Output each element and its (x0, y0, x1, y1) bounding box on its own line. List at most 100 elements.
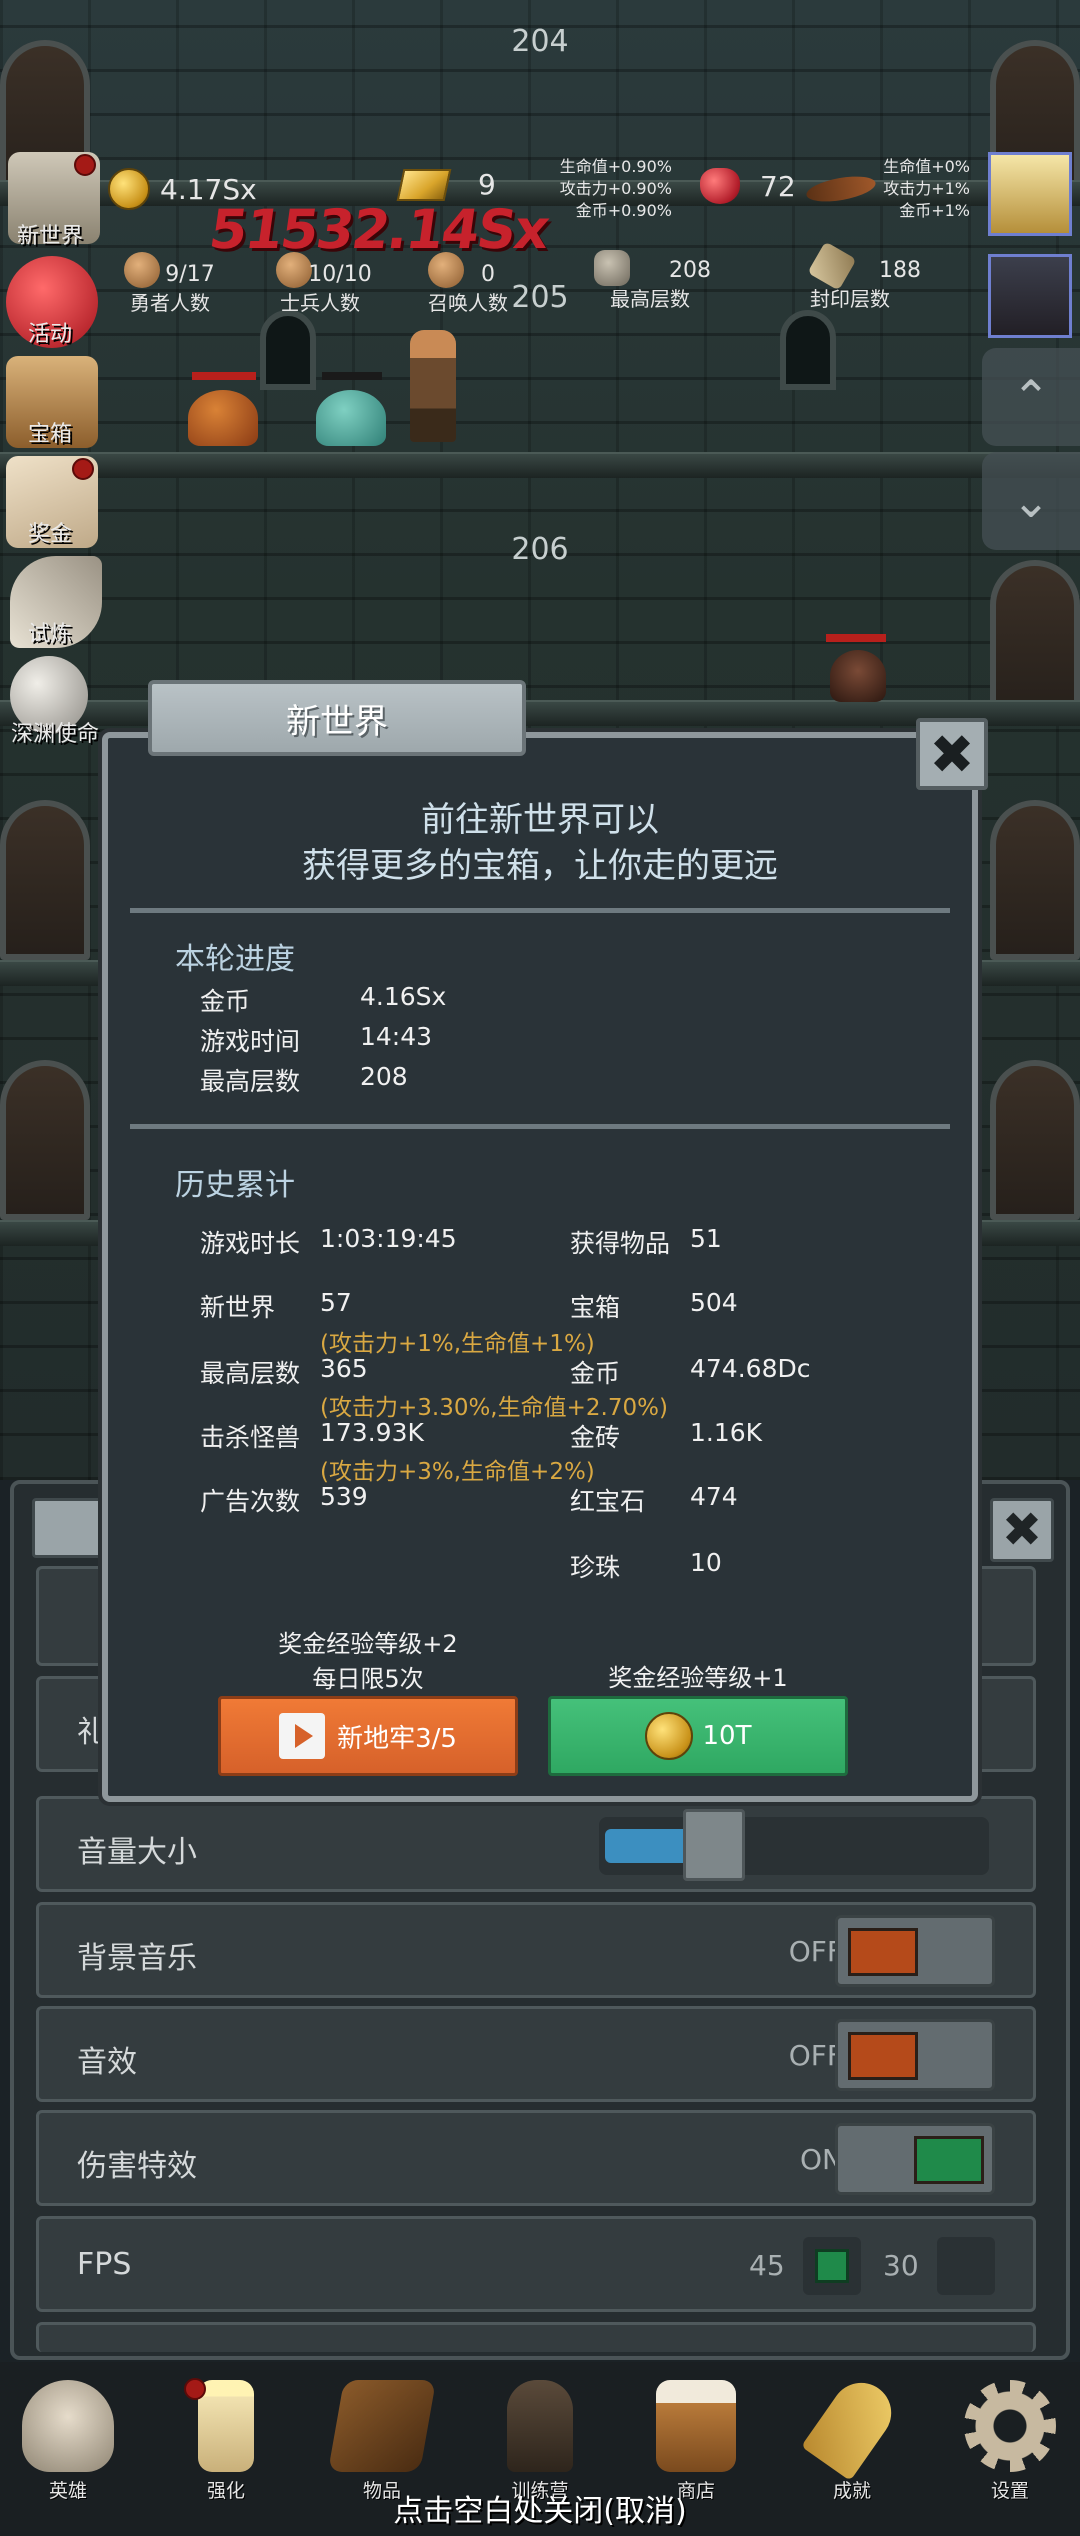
video-play-icon (279, 1713, 326, 1759)
round-value: 208 (360, 1062, 408, 1091)
history-value: 539 (320, 1482, 368, 1511)
damage-popup: 51532.14Sx (205, 198, 552, 261)
history-label: 击杀怪兽 (200, 1423, 301, 1452)
side-menu-bonus[interactable]: 奖金 (0, 516, 100, 548)
hero-portrait-icon[interactable] (988, 254, 1072, 338)
history-value: 365 (320, 1354, 368, 1383)
chevron-down-icon: ⌄ (1011, 474, 1051, 528)
gear-icon (964, 2380, 1056, 2472)
new-dungeon-gold-button[interactable]: 10T (548, 1696, 848, 1776)
history-label: 宝箱 (570, 1293, 621, 1322)
max-floor-count: 208 最高层数 (610, 258, 711, 311)
history-label: 红宝石 (570, 1487, 646, 1516)
video-reward-note: 奖金经验等级+2 每日限5次 (278, 1630, 458, 1693)
new-dungeon-video-button[interactable]: 新地牢3/5 (218, 1696, 518, 1776)
gold-bar-icon (396, 168, 452, 201)
close-icon: ✖ (1001, 1502, 1043, 1558)
notification-dot (72, 458, 94, 480)
nav-items[interactable]: 物品 (322, 2380, 442, 2503)
modal-intro-line-2: 获得更多的宝箱，让你走的更远 (302, 846, 778, 886)
nav-training[interactable]: 训练营 (480, 2380, 600, 2503)
settings-close-button[interactable]: ✖ (990, 1498, 1054, 1562)
history-value: 504 (690, 1288, 738, 1317)
toggle-knob-on (914, 2136, 984, 2184)
nav-shop[interactable]: 商店 (636, 2380, 756, 2503)
history-value: 173.93K (320, 1418, 424, 1447)
modal-title: 新世界 (148, 680, 526, 756)
history-label: 最高层数 (200, 1359, 301, 1388)
floor-number: 204 (511, 24, 569, 59)
spider-monster[interactable] (830, 650, 886, 702)
history-bonus: (攻击力+1%,生命值+1%) (320, 1331, 595, 1357)
divider (130, 908, 950, 913)
soldier-count: 10/10 士兵人数 (280, 262, 372, 315)
bgm-toggle[interactable] (835, 1915, 995, 1987)
modal-intro-line-1: 前往新世界可以 (421, 800, 659, 840)
skull-icon (22, 2380, 114, 2472)
dungeon-door (990, 1060, 1080, 1220)
side-menu-new-world[interactable]: 新世界 (0, 218, 100, 250)
beer-mug-icon (656, 2380, 736, 2472)
nav-upgrade[interactable]: 强化 (166, 2380, 286, 2503)
round-label: 金币 (200, 987, 251, 1016)
hero-character[interactable] (410, 330, 456, 442)
fps-30-radio[interactable] (937, 2237, 995, 2295)
ruby-icon (700, 168, 740, 204)
gold-coin-icon (644, 1712, 693, 1760)
orange-slime-monster[interactable] (188, 390, 258, 446)
floor-number: 206 (511, 532, 569, 567)
close-icon: ✖ (929, 722, 975, 786)
history-title: 历史累计 (175, 1168, 295, 1203)
history-bonus: (攻击力+3.30%,生命值+2.70%) (320, 1395, 668, 1421)
gold-bar-counter: 9 (396, 168, 496, 201)
side-menu-abyss[interactable]: 深渊使命 (0, 716, 110, 748)
candle-boost-icon[interactable] (988, 152, 1072, 236)
buff-list-right: 生命值+0% 攻击力+1% 金币+1% (883, 157, 970, 220)
damage-fx-toggle[interactable] (835, 2123, 995, 2195)
side-menu-chest[interactable]: 宝箱 (0, 416, 100, 448)
history-value: 51 (690, 1224, 722, 1253)
teal-slime-monster[interactable] (316, 390, 386, 446)
gold-coin-icon (108, 168, 150, 210)
side-menu-activity[interactable]: 活动 (0, 316, 100, 348)
settings-row-damage-fx: 伤害特效 ON (36, 2110, 1036, 2206)
volume-slider[interactable] (599, 1809, 989, 1881)
side-menu-trial[interactable]: 试炼 (0, 616, 100, 648)
volume-slider-thumb[interactable] (683, 1809, 745, 1881)
round-value: 4.16Sx (360, 982, 447, 1011)
sfx-toggle[interactable] (835, 2019, 995, 2091)
history-value: 1:03:19:45 (320, 1224, 457, 1253)
history-value: 10 (690, 1548, 722, 1577)
ruby-counter: 72 (700, 168, 796, 204)
history-label: 游戏时长 (200, 1229, 301, 1258)
gold-reward-note: 奖金经验等级+1 (608, 1664, 788, 1692)
history-bonus: (攻击力+3%,生命值+2%) (320, 1459, 595, 1485)
scroll-up-button[interactable]: ⌃ (982, 348, 1080, 446)
round-label: 最高层数 (200, 1067, 301, 1096)
settings-row-partial (36, 2322, 1036, 2352)
hero-count: 9/17 勇者人数 (130, 262, 215, 315)
settings-row-bgm: 背景音乐 OFF (36, 1902, 1036, 1998)
floor-ledge (0, 452, 1080, 478)
modal-close-button[interactable]: ✖ (916, 718, 988, 790)
settings-row-volume: 音量大小 (36, 1796, 1036, 1892)
history-label: 广告次数 (200, 1487, 301, 1516)
monster-hp-bar (826, 634, 886, 642)
fps-45-radio[interactable] (803, 2237, 861, 2295)
nav-heroes[interactable]: 英雄 (8, 2380, 128, 2503)
monster-hp-bar (322, 372, 382, 380)
history-label: 金币 (570, 1359, 621, 1388)
chevron-up-icon: ⌃ (1011, 370, 1051, 424)
dungeon-door (0, 1060, 90, 1220)
history-value: 474.68Dc (690, 1354, 811, 1383)
close-hint[interactable]: 点击空白处关闭(取消) (0, 2486, 1080, 2530)
notification-dot (74, 154, 96, 176)
sealed-floor-count: 188 封印层数 (810, 258, 921, 311)
nav-achievements[interactable]: 成就 (792, 2371, 912, 2503)
nav-settings[interactable]: 设置 (950, 2380, 1070, 2503)
book-icon (327, 2380, 437, 2472)
key-icon (801, 2371, 903, 2481)
volume-slider-fill (605, 1829, 691, 1863)
scroll-down-button[interactable]: ⌄ (982, 452, 1080, 550)
lantern-icon (507, 2380, 573, 2472)
